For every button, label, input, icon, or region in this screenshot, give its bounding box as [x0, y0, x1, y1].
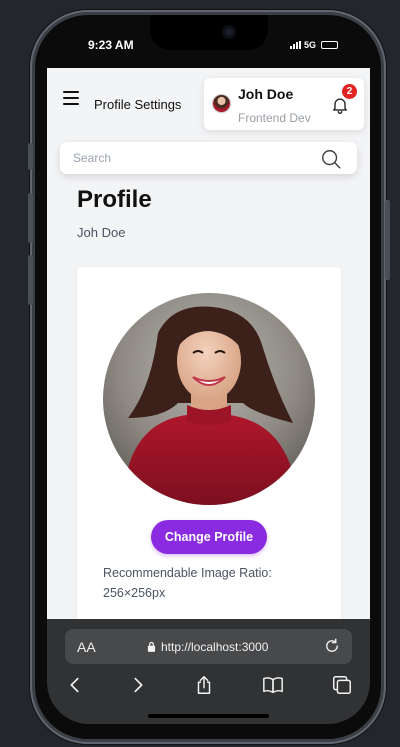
signal-icon [290, 41, 301, 49]
image-ratio-value: 256×256px [103, 586, 166, 600]
search-input[interactable] [73, 142, 313, 174]
power-button [385, 200, 390, 280]
change-profile-button[interactable]: Change Profile [151, 520, 267, 554]
search-icon[interactable] [320, 148, 342, 170]
status-indicators: 5G [290, 40, 339, 50]
browser-toolbar: AA http://localhost:3000 [47, 619, 370, 724]
volume-down-button [28, 255, 33, 305]
profile-card: Change Profile Recommendable Image Ratio… [77, 267, 341, 619]
top-bar: Profile Settings Joh Doe Frontend Dev 2 [47, 68, 370, 140]
home-indicator[interactable] [148, 714, 269, 718]
browser-nav [47, 674, 370, 700]
profile-photo-image [103, 293, 315, 505]
menu-icon[interactable] [63, 91, 79, 105]
address-bar[interactable]: AA http://localhost:3000 [65, 629, 352, 664]
image-ratio-label: Recommendable Image Ratio: [103, 566, 272, 580]
notification-badge: 2 [342, 84, 357, 99]
app-screen: Profile Settings Joh Doe Frontend Dev 2 … [47, 68, 370, 619]
user-name: Joh Doe [238, 86, 294, 102]
notch [150, 15, 268, 50]
bookmarks-icon[interactable] [262, 674, 284, 696]
forward-icon[interactable] [127, 674, 149, 696]
image-ratio-hint: Recommendable Image Ratio: 256×256px [103, 563, 303, 603]
network-label: 5G [304, 40, 317, 50]
profile-username: Joh Doe [77, 225, 126, 240]
share-icon[interactable] [193, 674, 215, 696]
search-bar [60, 142, 357, 174]
camera-icon [222, 25, 236, 39]
url-text[interactable]: http://localhost:3000 [161, 640, 268, 654]
mute-switch [28, 143, 33, 170]
page-title: Profile [77, 186, 152, 213]
profile-photo [103, 293, 315, 505]
user-role: Frontend Dev [238, 111, 311, 125]
text-size-button[interactable]: AA [77, 639, 96, 655]
lock-icon [147, 641, 156, 652]
battery-icon [321, 41, 339, 49]
status-time: 9:23 AM [88, 38, 134, 52]
back-icon[interactable] [64, 674, 86, 696]
reload-icon[interactable] [323, 637, 341, 655]
tabs-icon[interactable] [331, 674, 353, 696]
user-card[interactable]: Joh Doe Frontend Dev 2 [204, 78, 364, 130]
avatar[interactable] [212, 94, 231, 113]
page-heading: Profile Settings [94, 97, 182, 112]
volume-up-button [28, 193, 33, 243]
